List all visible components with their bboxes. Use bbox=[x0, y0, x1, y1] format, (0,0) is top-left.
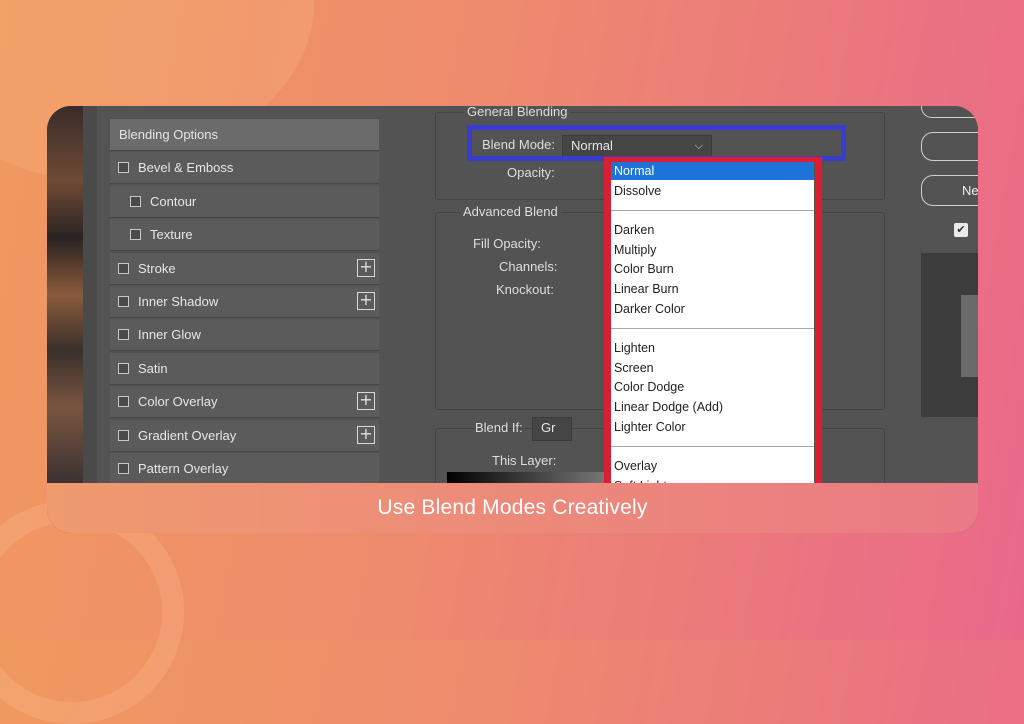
blend-option-darker-color[interactable]: Darker Color bbox=[611, 300, 814, 318]
style-checkbox[interactable] bbox=[118, 162, 129, 174]
blend-option-linear-burn[interactable]: Linear Burn bbox=[611, 280, 814, 298]
style-item-label: Inner Shadow bbox=[138, 294, 219, 309]
style-checkbox[interactable] bbox=[118, 463, 129, 474]
style-item-label: Gradient Overlay bbox=[138, 427, 237, 443]
style-checkbox[interactable] bbox=[118, 429, 129, 441]
new-style-label: Ne bbox=[962, 183, 978, 198]
style-item-bevel-emboss[interactable]: Bevel & Emboss bbox=[110, 152, 379, 185]
blending-options-panel: General Blending Blend Mode: Normal ⌵ Op… bbox=[403, 106, 900, 510]
blend-option-lighten[interactable]: Lighten bbox=[611, 339, 814, 357]
dropdown-separator bbox=[611, 210, 814, 212]
screenshot-card: Blending Options Bevel & Emboss Contour Tex… bbox=[47, 106, 978, 533]
style-checkbox[interactable] bbox=[130, 195, 141, 207]
knockout-label: Knockout: bbox=[496, 282, 554, 297]
blend-option-linear-dodge-add[interactable]: Linear Dodge (Add) bbox=[611, 398, 814, 416]
style-item-stroke[interactable]: Stroke + bbox=[110, 252, 379, 285]
preview-checkbox[interactable]: ✔ bbox=[954, 223, 968, 237]
style-checkbox[interactable] bbox=[118, 296, 129, 307]
dropdown-separator bbox=[611, 328, 814, 330]
opacity-label: Opacity: bbox=[507, 165, 555, 180]
style-item-satin[interactable]: Satin bbox=[110, 352, 379, 385]
style-checkbox[interactable] bbox=[118, 396, 129, 408]
this-layer-label: This Layer: bbox=[492, 453, 557, 468]
style-item-label: Satin bbox=[138, 360, 168, 376]
blend-mode-highlight bbox=[467, 125, 846, 161]
style-checkbox[interactable] bbox=[118, 329, 129, 341]
blend-if-select[interactable]: Gr bbox=[532, 417, 572, 441]
blend-option-color-dodge[interactable]: Color Dodge bbox=[611, 378, 814, 396]
style-item-pattern-overlay[interactable]: Pattern Overlay bbox=[110, 453, 379, 485]
style-checkbox[interactable] bbox=[118, 362, 129, 374]
style-item-blending-options[interactable]: Blending Options bbox=[110, 119, 379, 151]
add-style-plus-icon[interactable]: + bbox=[357, 292, 375, 310]
blend-if-value: Gr bbox=[541, 420, 556, 435]
add-style-plus-icon[interactable]: + bbox=[357, 258, 375, 277]
caption-text: Use Blend Modes Creatively bbox=[377, 496, 648, 519]
style-item-label: Color Overlay bbox=[138, 394, 218, 410]
blend-option-color-burn[interactable]: Color Burn bbox=[611, 260, 814, 278]
style-item-label: Inner Glow bbox=[138, 327, 201, 343]
blend-option-multiply[interactable]: Multiply bbox=[611, 241, 814, 259]
add-style-plus-icon[interactable]: + bbox=[357, 392, 375, 411]
style-checkbox[interactable] bbox=[130, 229, 141, 241]
blend-option-dissolve[interactable]: Dissolve bbox=[611, 182, 814, 200]
blend-option-overlay[interactable]: Overlay bbox=[611, 457, 814, 475]
preview-thumbnail bbox=[921, 253, 978, 417]
layer-styles-list: Blending Options Bevel & Emboss Contour Tex… bbox=[97, 106, 437, 485]
style-item-label: Bevel & Emboss bbox=[138, 160, 234, 176]
style-item-label: Blending Options bbox=[119, 127, 219, 142]
caption-banner: Use Blend Modes Creatively bbox=[47, 483, 978, 533]
new-style-button[interactable]: Ne bbox=[921, 175, 978, 206]
style-item-label: Pattern Overlay bbox=[138, 461, 229, 476]
ok-button[interactable] bbox=[921, 106, 978, 118]
style-item-label: Texture bbox=[150, 227, 193, 243]
style-item-label: Contour bbox=[150, 193, 197, 209]
blend-mode-dropdown: Normal Dissolve Darken Multiply Color Burn Li… bbox=[611, 162, 814, 483]
photo-strip bbox=[47, 106, 97, 483]
channels-label: Channels: bbox=[499, 259, 558, 274]
style-item-inner-glow[interactable]: Inner Glow bbox=[110, 319, 379, 352]
style-item-contour[interactable]: Contour bbox=[110, 185, 379, 218]
style-item-texture[interactable]: Texture bbox=[110, 219, 379, 252]
right-panel: Ne ✔ bbox=[900, 106, 978, 483]
general-blending-title: General Blending bbox=[464, 106, 571, 119]
cancel-button[interactable] bbox=[921, 132, 978, 161]
blend-option-lighter-color[interactable]: Lighter Color bbox=[611, 418, 814, 436]
style-item-label: Stroke bbox=[138, 260, 176, 276]
fill-opacity-label: Fill Opacity: bbox=[473, 236, 541, 251]
style-checkbox[interactable] bbox=[118, 262, 129, 274]
dropdown-separator bbox=[611, 446, 814, 448]
style-item-gradient-overlay[interactable]: Gradient Overlay + bbox=[110, 419, 379, 452]
style-item-inner-shadow[interactable]: Inner Shadow + bbox=[110, 286, 379, 318]
blend-option-screen[interactable]: Screen bbox=[611, 359, 814, 377]
blend-option-darken[interactable]: Darken bbox=[611, 221, 814, 239]
style-item-color-overlay[interactable]: Color Overlay + bbox=[110, 386, 379, 419]
preview-swatch bbox=[961, 295, 978, 377]
blend-option-normal[interactable]: Normal bbox=[611, 162, 814, 180]
background-ring bbox=[0, 500, 184, 724]
blend-if-label: Blend If: bbox=[475, 420, 523, 435]
advanced-blending-title: Advanced Blend bbox=[460, 204, 561, 219]
add-style-plus-icon[interactable]: + bbox=[357, 425, 375, 444]
